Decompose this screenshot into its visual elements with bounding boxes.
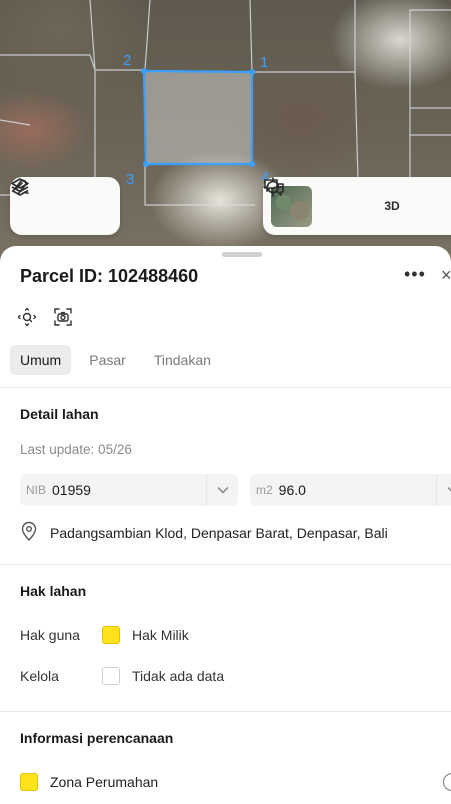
kelola-row: Kelola Tidak ada data bbox=[20, 667, 224, 685]
area-select[interactable]: m2 96.0 bbox=[250, 474, 451, 506]
last-update-text: Last update: 05/26 bbox=[20, 442, 132, 457]
tab-bar: Umum Pasar Tindakan bbox=[10, 345, 221, 375]
hak-guna-label: Hak guna bbox=[20, 627, 80, 643]
hak-guna-row: Hak guna Hak Milik bbox=[20, 626, 189, 644]
more-options-button[interactable]: ••• bbox=[404, 264, 426, 285]
hak-guna-swatch bbox=[102, 626, 120, 644]
chevron-down-icon[interactable] bbox=[436, 474, 451, 506]
nib-label: NIB bbox=[26, 483, 47, 497]
nib-value: 01959 bbox=[52, 482, 91, 498]
divider bbox=[0, 564, 451, 565]
nib-select[interactable]: NIB 01959 bbox=[20, 474, 238, 506]
map-view[interactable]: 1 2 3 4 3D bbox=[0, 0, 451, 270]
measure-icon[interactable] bbox=[13, 179, 109, 226]
sheet-drag-handle[interactable] bbox=[222, 252, 262, 257]
zoom-to-parcel-icon[interactable] bbox=[16, 306, 38, 328]
parcel-title: Parcel ID: 102488460 bbox=[20, 266, 199, 286]
tab-tindakan[interactable]: Tindakan bbox=[144, 345, 221, 375]
vertex-label-1: 1 bbox=[260, 54, 268, 71]
zone-swatch bbox=[20, 773, 38, 791]
zone-label: Zona Perumahan bbox=[50, 774, 159, 790]
hak-guna-value: Hak Milik bbox=[132, 627, 189, 643]
chevron-down-icon[interactable] bbox=[206, 474, 238, 506]
detail-heading: Detail lahan bbox=[20, 406, 99, 422]
3d-button[interactable]: 3D bbox=[372, 186, 412, 226]
area-value: 96.0 bbox=[278, 482, 306, 498]
crosshair-icon[interactable] bbox=[263, 177, 362, 226]
location-pin-icon bbox=[20, 521, 38, 544]
vertex-label-2: 2 bbox=[123, 52, 131, 69]
hak-heading: Hak lahan bbox=[20, 583, 87, 599]
kelola-swatch bbox=[102, 667, 120, 685]
info-icon[interactable] bbox=[443, 773, 451, 791]
address-row: Padangsambian Klod, Denpasar Barat, Denp… bbox=[20, 521, 388, 544]
zone-row: Zona Perumahan bbox=[20, 773, 158, 791]
tab-pasar[interactable]: Pasar bbox=[79, 345, 136, 375]
address-text: Padangsambian Klod, Denpasar Barat, Denp… bbox=[50, 524, 388, 541]
map-tools-left bbox=[10, 177, 120, 235]
map-tools-right: 3D bbox=[263, 177, 451, 235]
parcel-detail-sheet: Parcel ID: 102488460 ••• × Umum Pasar Ti… bbox=[0, 246, 451, 804]
divider bbox=[0, 711, 451, 712]
divider bbox=[0, 387, 451, 388]
chat-icon[interactable] bbox=[264, 179, 451, 226]
planning-heading: Informasi perencanaan bbox=[20, 730, 174, 746]
parcel-action-icons bbox=[16, 306, 74, 328]
screenshot-icon[interactable] bbox=[52, 306, 74, 328]
vertex-label-3: 3 bbox=[126, 171, 134, 188]
close-button[interactable]: × bbox=[441, 265, 451, 286]
kelola-label: Kelola bbox=[20, 668, 59, 684]
tab-umum[interactable]: Umum bbox=[10, 345, 72, 375]
area-unit-label: m2 bbox=[256, 483, 273, 497]
kelola-value: Tidak ada data bbox=[132, 668, 225, 684]
